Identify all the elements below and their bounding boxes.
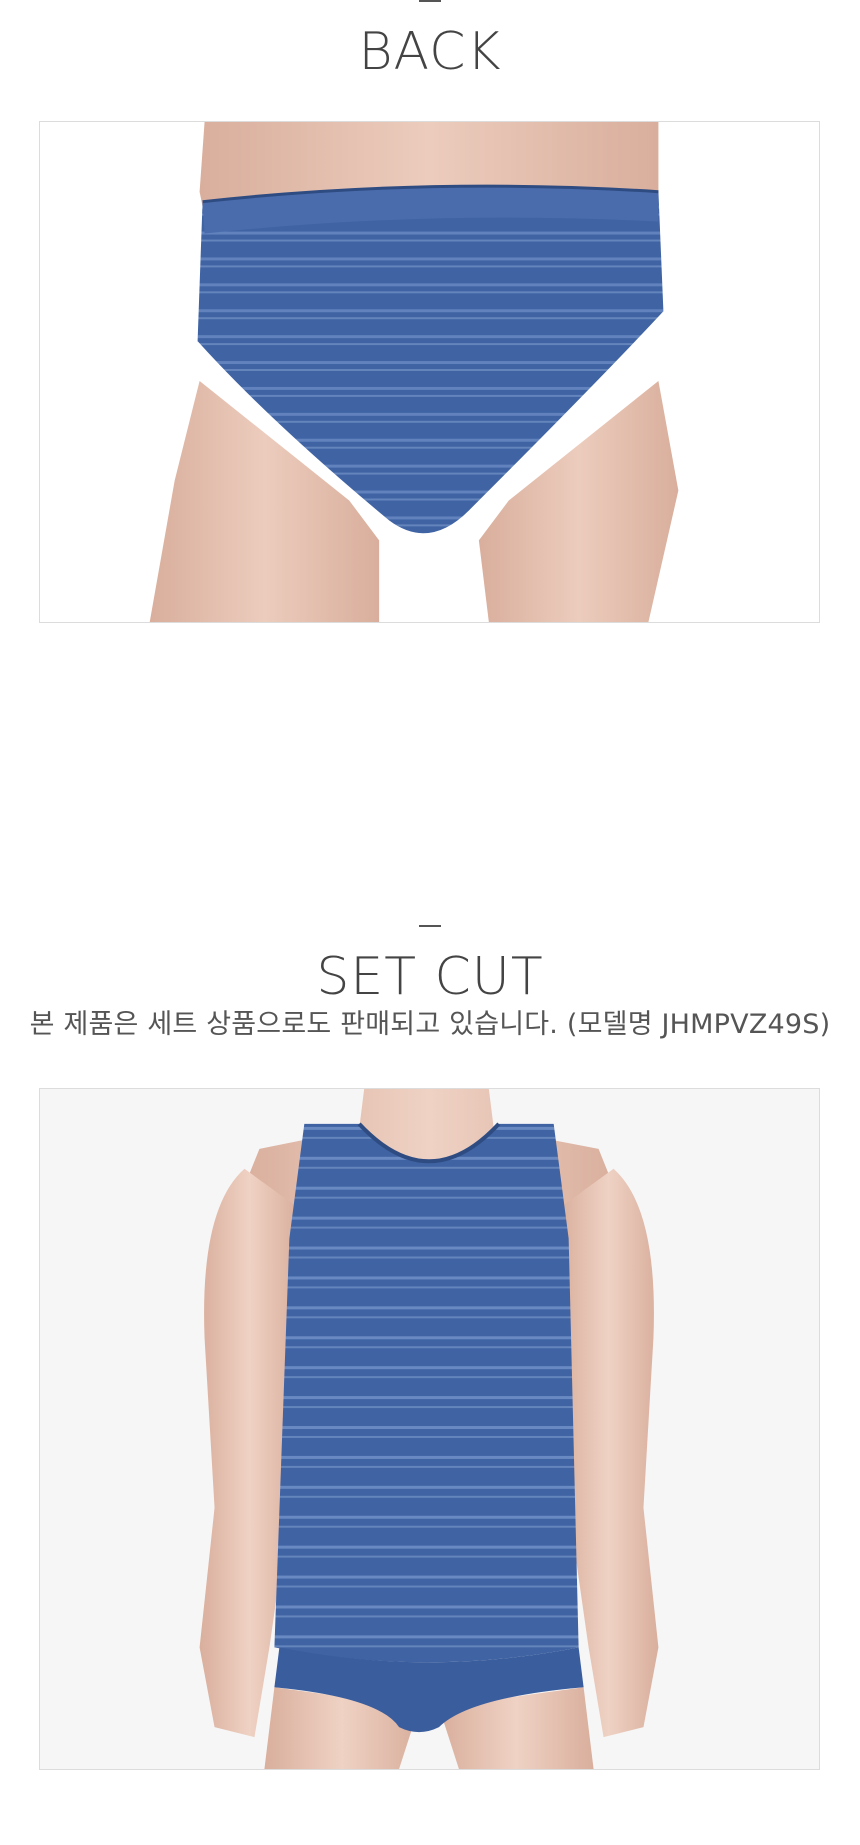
set-cut-subtitle: 본 제품은 세트 상품으로도 판매되고 있습니다. (모델명 JHMPVZ49S… <box>29 1009 831 1040</box>
section-dash <box>419 0 441 2</box>
back-photo-image <box>40 122 819 622</box>
back-photo <box>39 121 820 623</box>
set-cut-title: SET CUT <box>316 947 544 1007</box>
back-title: BACK <box>358 22 502 82</box>
set-cut-photo-image <box>40 1089 819 1769</box>
back-section: BACK <box>0 0 860 630</box>
set-cut-section: SET CUT 본 제품은 세트 상품으로도 판매되고 있습니다. (모델명 J… <box>0 920 860 1845</box>
set-cut-photo <box>39 1088 820 1770</box>
section-dash <box>419 925 441 927</box>
